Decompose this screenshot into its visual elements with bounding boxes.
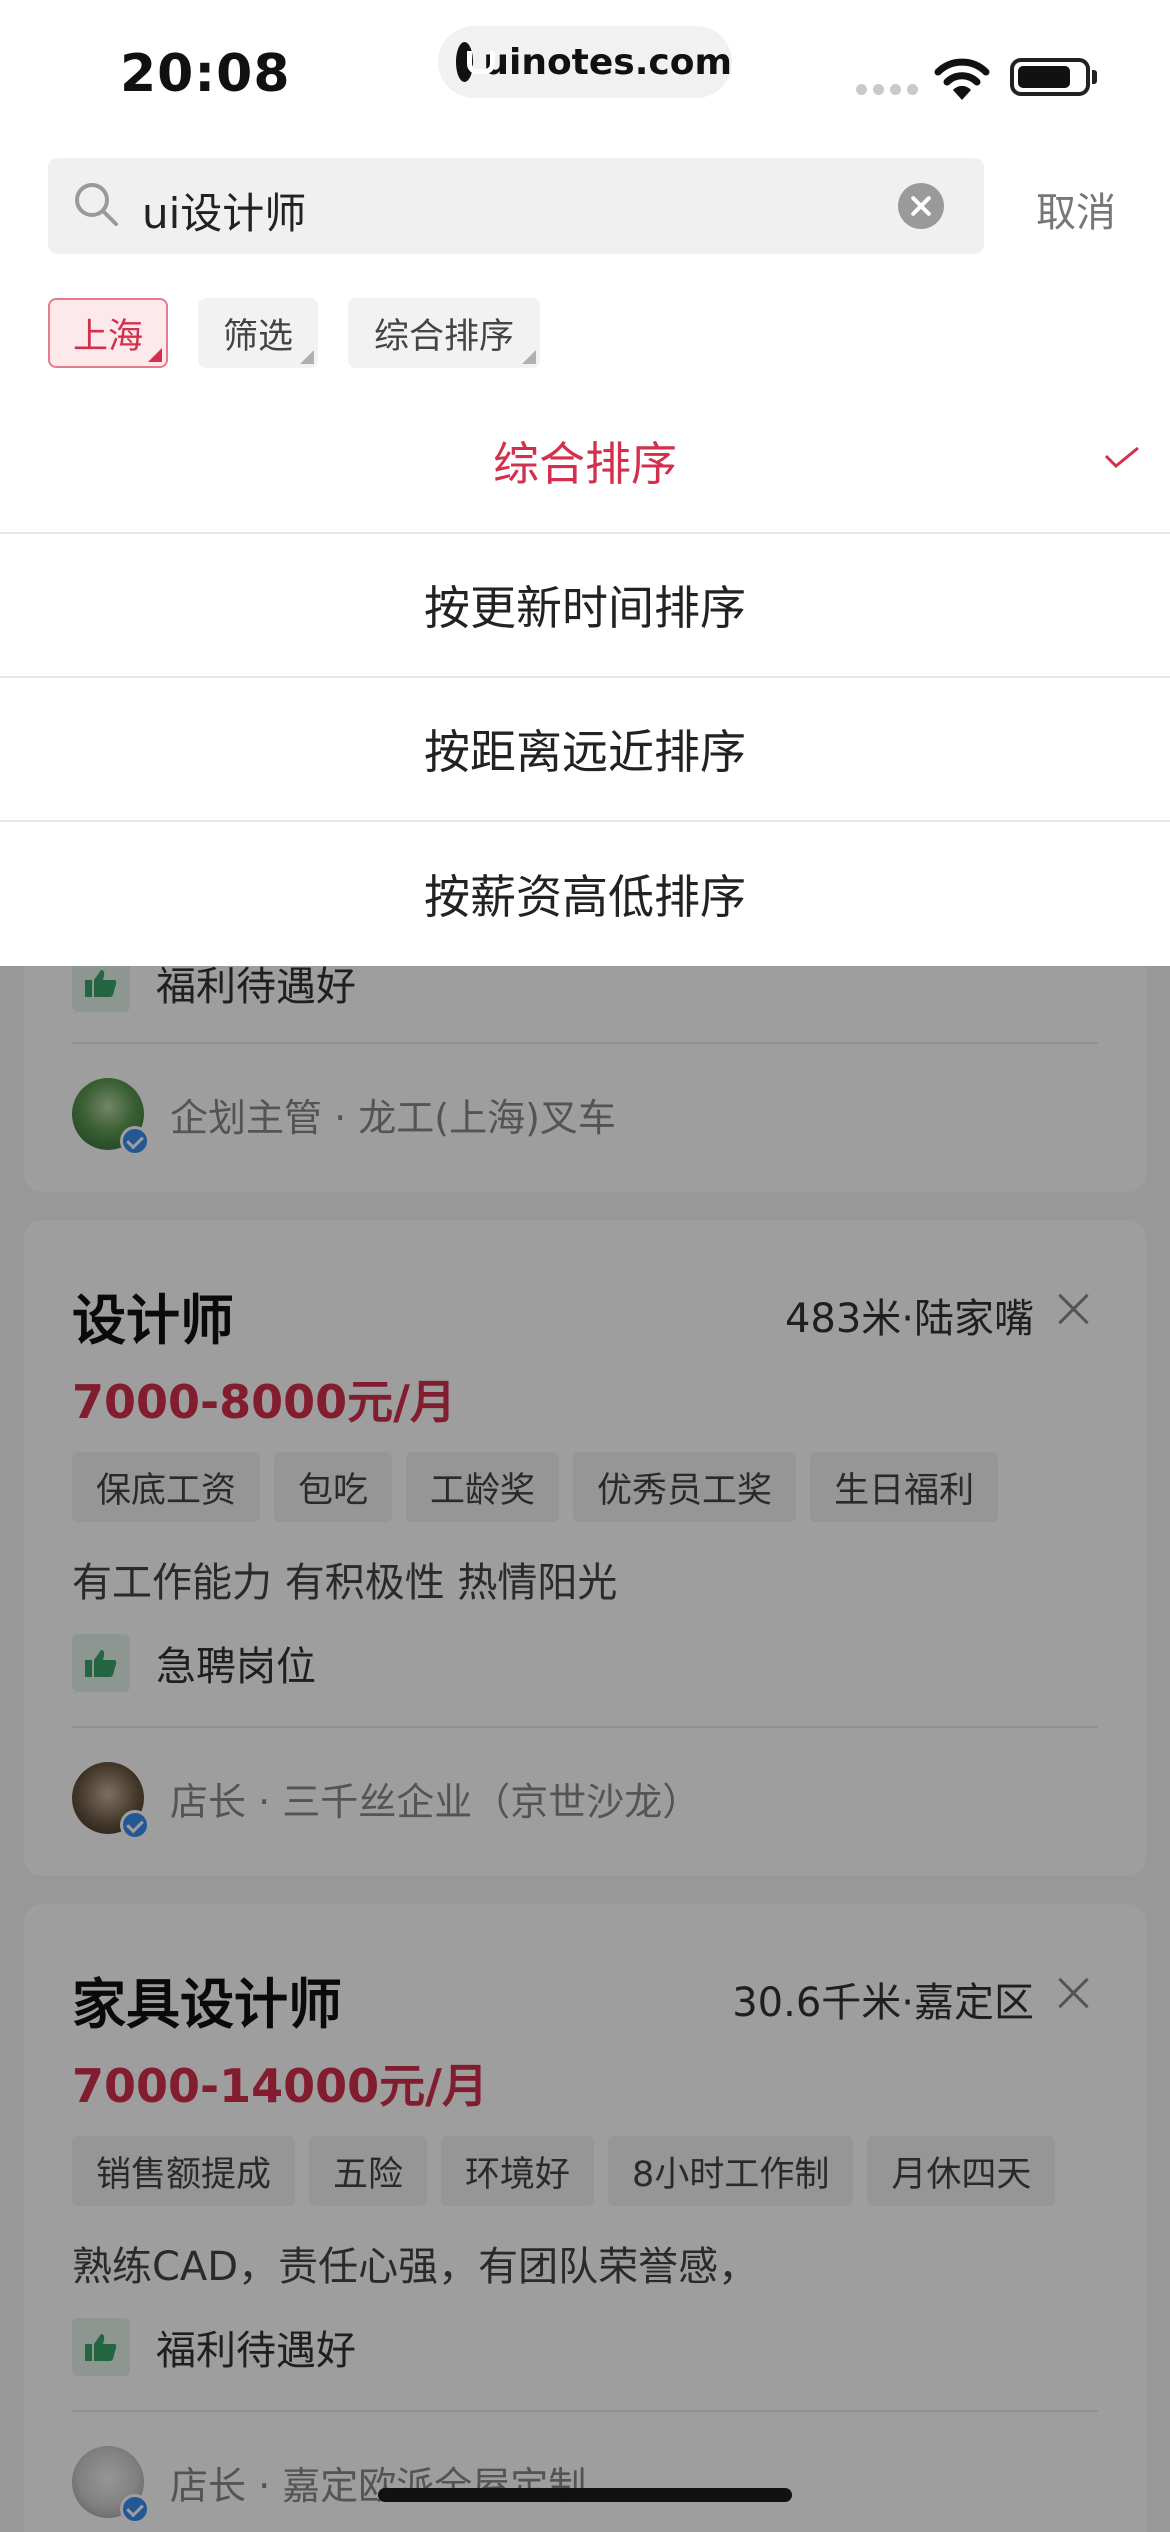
sort-option-label: 按更新时间排序 [424,581,746,635]
battery-icon [1010,58,1090,96]
wifi-icon [934,58,990,100]
cancel-button[interactable]: 取消 [1036,180,1116,238]
site-logo-icon [456,42,496,82]
sort-option-label: 按薪资高低排序 [424,870,746,924]
filter-chip-sort[interactable]: 综合排序 [348,298,540,368]
sort-option-salary[interactable]: 按薪资高低排序 [0,822,1170,966]
filter-chip-city[interactable]: 上海 [48,298,168,368]
sort-option-distance[interactable]: 按距离远近排序 [0,678,1170,822]
home-indicator[interactable] [378,2488,792,2502]
filter-bar: 上海 筛选 综合排序 [0,260,1170,390]
sort-option-label: 按距离远近排序 [424,725,746,779]
battery-tip [1092,70,1097,84]
filter-chip-filter[interactable]: 筛选 [198,298,318,368]
clear-icon[interactable] [898,183,944,229]
sort-dropdown: 综合排序 按更新时间排序 按距离远近排序 按薪资高低排序 [0,390,1170,966]
status-time: 20:08 [120,44,291,104]
url-text: uinotes.com [483,41,732,83]
status-bar: 20:08 uinotes.com [0,0,1170,150]
sort-option-label: 综合排序 [493,437,677,491]
sort-option-comprehensive[interactable]: 综合排序 [0,390,1170,534]
search-input[interactable]: ui设计师 [48,158,984,254]
check-icon [1104,446,1139,468]
url-pill[interactable]: uinotes.com [438,26,732,98]
cellular-signal-icon [856,84,918,95]
dropdown-backdrop[interactable] [0,966,1170,2532]
sort-option-update-time[interactable]: 按更新时间排序 [0,534,1170,678]
search-icon [75,183,118,226]
search-query: ui设计师 [142,189,307,238]
search-area: ui设计师 取消 [0,150,1170,260]
